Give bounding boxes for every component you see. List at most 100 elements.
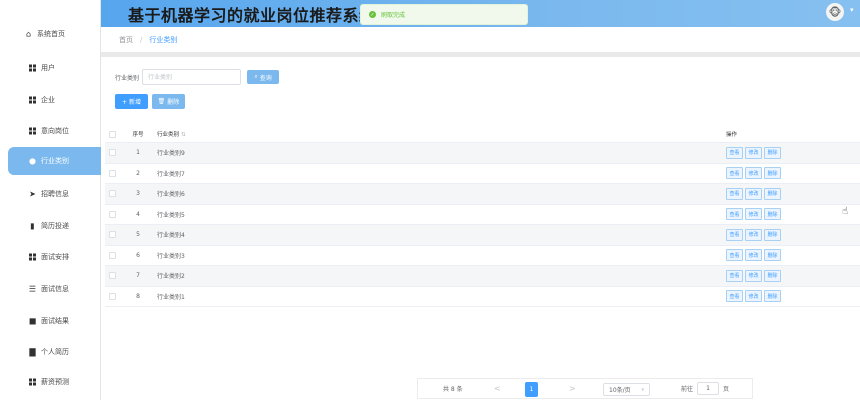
sidebar-item-home[interactable]: ⌂ 系统首页 (0, 22, 101, 46)
avatar-icon: 🐵 (828, 5, 842, 19)
sidebar-item-users[interactable]: 用户 (0, 56, 101, 80)
row-checkbox[interactable] (109, 272, 116, 280)
edit-button[interactable]: 修改 (745, 167, 762, 180)
add-button[interactable]: + 新增 (115, 94, 148, 109)
view-button[interactable]: 查看 (726, 146, 743, 159)
edit-button[interactable]: 修改 (745, 269, 762, 282)
sidebar-item-label: 个人简历 (41, 348, 69, 356)
sidebar-item-label: 薪资预测 (41, 378, 69, 386)
row-delete-button[interactable]: 删除 (764, 290, 781, 303)
row-delete-button[interactable]: 删除 (764, 146, 781, 159)
view-button[interactable]: 查看 (726, 167, 743, 180)
row-no: 4 (136, 210, 140, 218)
view-button[interactable]: 查看 (726, 228, 743, 241)
header-ops: 操作 (726, 132, 738, 138)
row-delete-button[interactable]: 删除 (764, 187, 781, 200)
view-button[interactable]: 查看 (726, 208, 743, 221)
row-actions: 查看 修改 删除 (726, 290, 783, 303)
table-row: 8 行业类别1 查看 修改 删除 (105, 287, 860, 307)
view-button[interactable]: 查看 (726, 269, 743, 282)
success-toast: ✓ 刷取完成 (360, 4, 528, 25)
row-no: 8 (136, 292, 140, 300)
row-checkbox[interactable] (109, 149, 116, 157)
row-name: 行业类别5 (157, 211, 185, 219)
view-button[interactable]: 查看 (726, 187, 743, 200)
row-delete-button[interactable]: 删除 (764, 228, 781, 241)
row-checkbox[interactable] (109, 190, 116, 198)
sidebar-item-interview-result[interactable]: ■ 面试结果 (0, 309, 101, 333)
row-checkbox[interactable] (109, 251, 116, 259)
edit-button[interactable]: 修改 (745, 187, 762, 200)
square-icon: ■ (28, 316, 37, 326)
breadcrumb-home[interactable]: 首页 (119, 35, 133, 45)
sidebar-item-label: 面试安排 (41, 253, 69, 261)
row-checkbox[interactable] (109, 292, 116, 300)
goto-page-input[interactable] (697, 382, 720, 395)
sidebar-item-resume[interactable]: ▇ 个人简历 (0, 340, 101, 364)
row-name: 行业类别6 (157, 191, 185, 199)
select-all-checkbox[interactable] (109, 130, 116, 138)
sidebar-item-industry[interactable]: ● 行业类别 (8, 147, 101, 175)
page-number-current[interactable]: 1 (525, 382, 538, 397)
sidebar-item-interview-info[interactable]: ☰ 面试信息 (0, 277, 101, 301)
search-label: 行业类别 (115, 74, 140, 82)
view-button[interactable]: 查看 (726, 290, 743, 303)
view-button[interactable]: 查看 (726, 249, 743, 262)
hand-cursor-icon: ☝ (842, 206, 849, 217)
grid-icon (28, 96, 37, 105)
sidebar-item-label: 系统首页 (37, 30, 65, 38)
header-name-label: 行业类别 (157, 132, 180, 138)
search-button[interactable]: ⌕ 查询 (247, 70, 280, 84)
row-delete-button[interactable]: 删除 (764, 208, 781, 221)
table-row: 1 行业类别9 查看 修改 删除 (105, 143, 860, 164)
row-checkbox[interactable] (109, 231, 116, 239)
row-no: 2 (136, 169, 140, 177)
row-delete-button[interactable]: 删除 (764, 269, 781, 282)
main-panel: 行业类别 ⌕ 查询 + 新增 🗑 删除 序号 行业类别⇅ 操作 1行业类别9查看… (101, 57, 860, 400)
app-title: 基于机器学习的就业岗位推荐系统 (128, 6, 376, 25)
sidebar-item-recruitment[interactable]: ➤ 招聘信息 (0, 182, 101, 206)
row-delete-button[interactable]: 删除 (764, 167, 781, 180)
row-no: 1 (136, 149, 140, 157)
row-actions: 查看 修改 删除 (726, 269, 783, 282)
table-row: 7 行业类别2 查看 修改 删除 (105, 266, 860, 287)
sidebar-item-intended-jobs[interactable]: 意向岗位 (0, 119, 101, 143)
chevron-down-icon: ▾ (641, 386, 644, 393)
grid-icon (28, 378, 37, 387)
table-row: 6 行业类别3 查看 修改 删除 (105, 246, 860, 266)
grid-icon (28, 64, 37, 73)
row-name: 行业类别4 (157, 232, 185, 240)
sidebar-item-label: 面试结果 (41, 317, 69, 325)
edit-button[interactable]: 修改 (745, 228, 762, 241)
edit-button[interactable]: 修改 (745, 290, 762, 303)
row-no: 3 (136, 190, 140, 198)
sort-icon[interactable]: ⇅ (181, 132, 186, 138)
sidebar-item-company[interactable]: 企业 (0, 88, 101, 112)
row-delete-button[interactable]: 删除 (764, 249, 781, 262)
row-name: 行业类别7 (157, 170, 185, 178)
row-no: 6 (136, 251, 140, 259)
delete-button[interactable]: 🗑 删除 (152, 94, 185, 109)
header-name[interactable]: 行业类别 ⇅ (157, 130, 186, 138)
sidebar-item-resume-delivery[interactable]: ▮ 简历投递 (0, 214, 101, 238)
grid-icon (28, 127, 37, 136)
edit-button[interactable]: 修改 (745, 249, 762, 262)
next-page-button[interactable]: > (569, 384, 576, 393)
row-actions: 查看 修改 删除 (726, 249, 783, 262)
action-row: + 新增 🗑 删除 (115, 94, 185, 109)
prev-page-button[interactable]: < (494, 384, 501, 393)
row-checkbox[interactable] (109, 210, 116, 218)
row-checkbox[interactable] (109, 169, 116, 177)
row-no: 7 (136, 272, 140, 280)
sidebar-item-interview-schedule[interactable]: 面试安排 (0, 245, 101, 269)
sidebar-item-label: 行业类别 (41, 157, 69, 165)
chevron-down-icon[interactable]: ▾ (850, 6, 854, 14)
sidebar: ⌂ 系统首页 用户 企业 意向岗位 ● 行业类别 ➤ 招聘信息 ▮ 简历投递 面… (0, 0, 101, 400)
sidebar-item-salary-prediction[interactable]: 薪资预测 (0, 370, 101, 394)
avatar[interactable]: 🐵 (826, 3, 844, 21)
page-size-select[interactable]: 10条/页 ▾ (603, 383, 650, 396)
edit-button[interactable]: 修改 (745, 146, 762, 159)
search-input[interactable] (142, 69, 242, 85)
edit-button[interactable]: 修改 (745, 208, 762, 221)
breadcrumb-current: 行业类别 (149, 35, 178, 44)
